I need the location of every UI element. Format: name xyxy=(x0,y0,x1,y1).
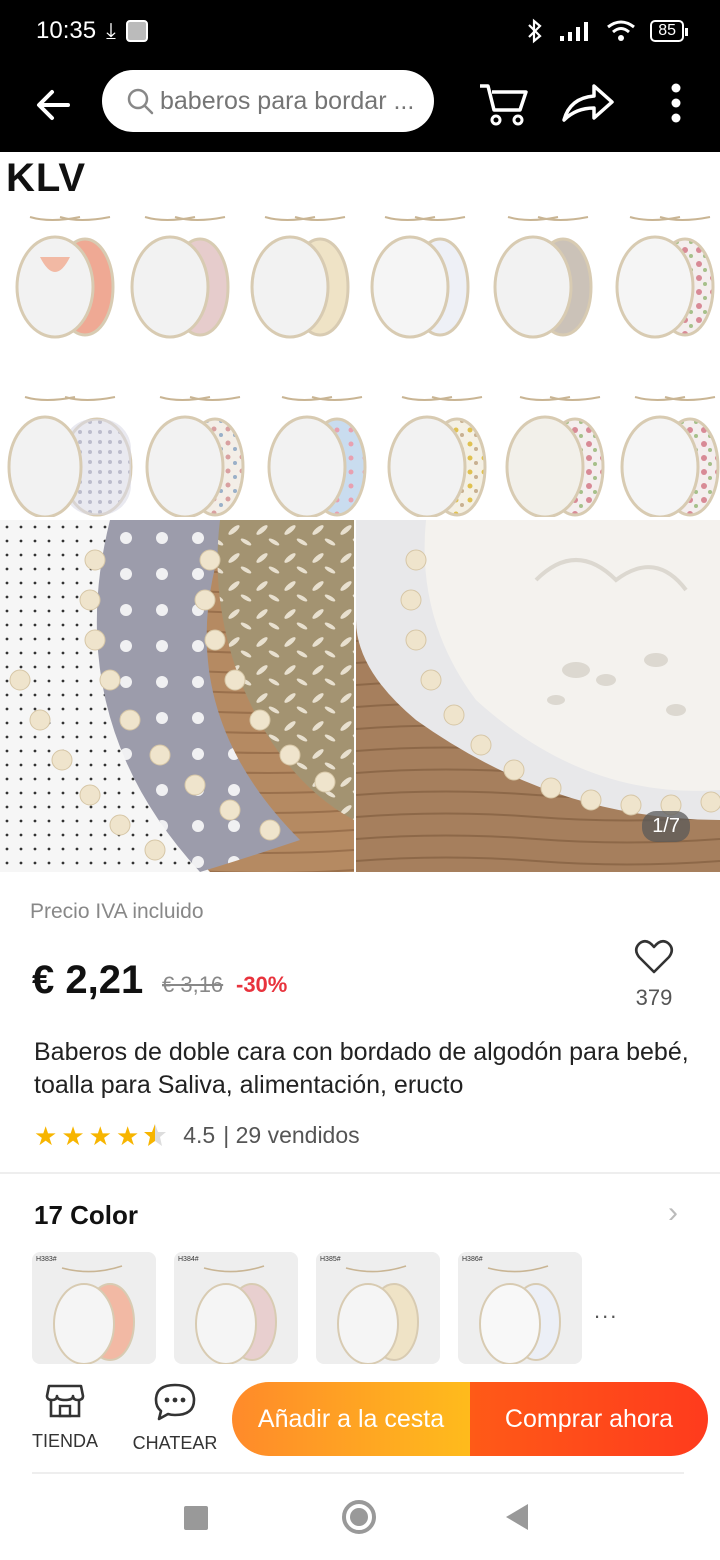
store-label: TIENDA xyxy=(31,1431,98,1451)
chat-label: CHATEAR xyxy=(132,1433,218,1453)
rating-value: 4.5 xyxy=(183,1122,216,1148)
heart-icon xyxy=(634,939,674,974)
brand-logo: KLV xyxy=(6,156,87,200)
star-icon: ★ xyxy=(34,1120,58,1151)
product-image-gallery[interactable]: KLV 1/7 xyxy=(0,152,720,872)
favorite-button[interactable]: 379 xyxy=(622,938,686,1028)
rating-row[interactable]: ★ ★ ★ ★ 4.5 | 29 vendidos xyxy=(34,1122,360,1149)
original-price: € 3,16 xyxy=(162,972,224,997)
image-counter: 1/7 xyxy=(642,811,690,842)
system-nav-bar xyxy=(0,1474,720,1560)
add-to-cart-button[interactable]: Añadir a la cesta xyxy=(232,1382,470,1456)
favorite-count: 379 xyxy=(635,985,673,1010)
signal-icon xyxy=(560,22,589,41)
sold-count: | 29 vendidos xyxy=(223,1122,360,1148)
system-back-icon[interactable] xyxy=(506,1504,528,1530)
chevron-right-icon[interactable]: › xyxy=(668,1196,678,1230)
swatch-image xyxy=(53,1265,135,1364)
download-icon: ⤓ xyxy=(106,18,116,43)
color-swatch[interactable]: H386# xyxy=(458,1252,582,1364)
top-bar xyxy=(0,62,720,152)
swatch-code: H383# xyxy=(36,1256,57,1263)
store-button[interactable]: TIENDA xyxy=(20,1382,110,1452)
section-divider xyxy=(0,1172,720,1174)
swatch-code: H384# xyxy=(178,1256,199,1263)
chat-icon xyxy=(154,1383,196,1421)
cart-icon[interactable] xyxy=(476,76,530,130)
status-time: 10:35 xyxy=(36,17,97,44)
swatch-code: H386# xyxy=(462,1256,483,1263)
wifi-icon xyxy=(607,20,636,41)
search-bar[interactable] xyxy=(102,70,434,132)
rating-stars: ★ ★ ★ ★ xyxy=(34,1123,167,1149)
bib-closeup-photo-patterns xyxy=(0,520,354,872)
bluetooth-icon xyxy=(528,18,542,44)
discount-badge: -30% xyxy=(236,972,288,997)
status-bar: 10:35 ⤓ 85 xyxy=(0,0,720,62)
color-swatch[interactable]: H385# xyxy=(316,1252,440,1364)
swatch-code: H385# xyxy=(320,1256,341,1263)
color-swatch-list: H383# H384# H385# H386# xyxy=(32,1252,582,1364)
search-icon xyxy=(127,88,154,115)
chat-button[interactable]: CHATEAR xyxy=(130,1382,220,1454)
half-star-icon xyxy=(144,1123,167,1146)
swatch-image xyxy=(337,1265,419,1364)
status-icons: 85 xyxy=(526,18,688,44)
star-icon: ★ xyxy=(88,1120,112,1151)
battery-indicator: 85 xyxy=(650,20,688,42)
color-swatch[interactable]: H384# xyxy=(174,1252,298,1364)
notification-icon xyxy=(125,20,148,42)
star-icon: ★ xyxy=(115,1120,140,1151)
current-price: € 2,21 xyxy=(32,958,144,1002)
recent-apps-icon[interactable] xyxy=(184,1506,208,1530)
search-input[interactable] xyxy=(160,86,420,116)
iva-note: Precio IVA incluido xyxy=(30,900,204,923)
buy-now-button[interactable]: Comprar ahora xyxy=(470,1382,708,1456)
bib-collection-image xyxy=(7,216,720,517)
swatch-image xyxy=(479,1265,561,1364)
share-icon[interactable] xyxy=(560,78,616,128)
swatch-image xyxy=(195,1265,277,1364)
home-icon[interactable] xyxy=(342,1500,376,1534)
more-colors-indicator[interactable]: ... xyxy=(594,1298,618,1324)
product-title: Baberos de doble cara con bordado de alg… xyxy=(34,1038,689,1099)
color-section-title: 17 Color xyxy=(34,1200,139,1230)
star-icon: ★ xyxy=(61,1120,85,1151)
store-icon xyxy=(45,1384,85,1418)
more-options-icon[interactable] xyxy=(662,76,690,130)
back-arrow-icon[interactable] xyxy=(30,80,80,130)
color-swatch[interactable]: H383# xyxy=(32,1252,156,1364)
bottom-action-bar: TIENDA CHATEAR Añadir a la cesta Comprar… xyxy=(0,1366,720,1472)
